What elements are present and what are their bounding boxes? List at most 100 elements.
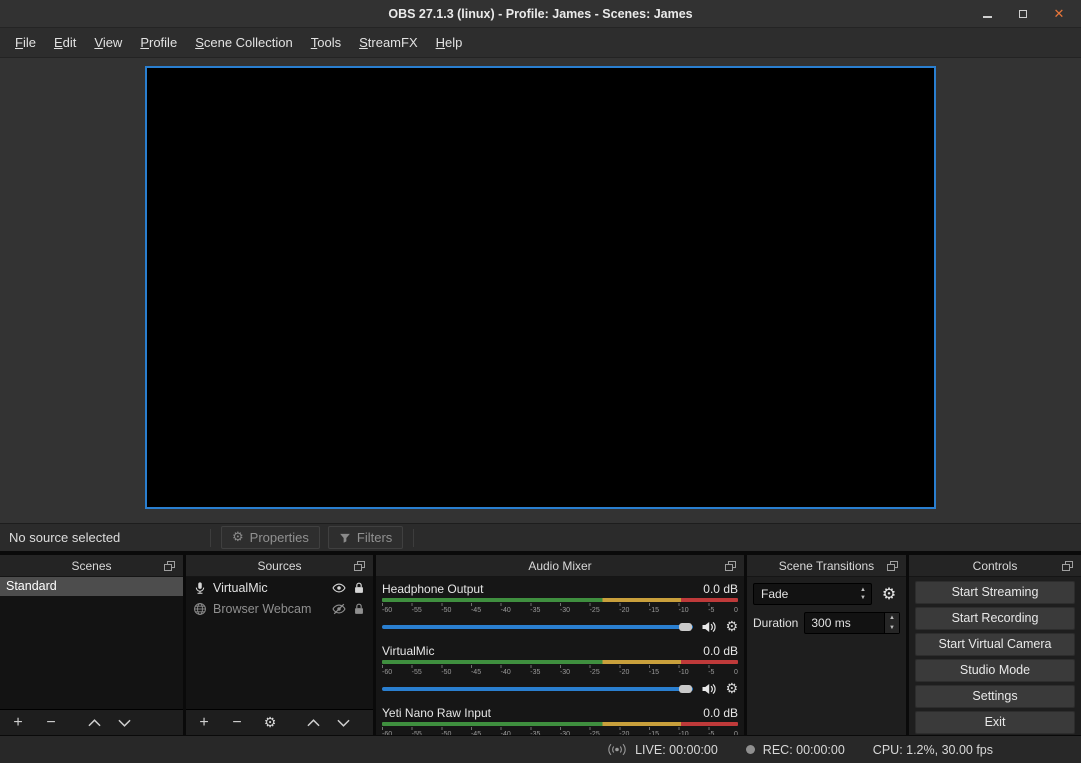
popout-icon[interactable] (164, 561, 175, 571)
toolbar-separator (413, 529, 414, 547)
lock-icon[interactable] (352, 581, 366, 595)
controls-header[interactable]: Controls (909, 555, 1081, 577)
channel-name: Headphone Output (382, 582, 483, 596)
source-label: Browser Webcam (213, 602, 326, 616)
source-list: VirtualMic Browser Webcam (186, 577, 373, 709)
minimize-button[interactable] (981, 8, 993, 20)
popout-icon[interactable] (354, 561, 365, 571)
filters-label: Filters (357, 530, 392, 545)
menu-tools[interactable]: Tools (302, 30, 350, 55)
scenes-toolbar: + − (0, 709, 183, 735)
source-row-virtualmic[interactable]: VirtualMic (186, 577, 373, 598)
scene-item-standard[interactable]: Standard (0, 577, 183, 596)
scene-move-up-button[interactable] (88, 719, 101, 727)
start-streaming-button[interactable]: Start Streaming (915, 581, 1075, 604)
db-scale: -60-55-50-45-40-35-30-25-20-15-10-50 (382, 669, 738, 677)
duration-value: 300 ms (811, 616, 850, 630)
rec-indicator-icon (746, 745, 755, 754)
scene-move-down-button[interactable] (118, 719, 131, 727)
add-scene-button[interactable]: + (10, 715, 26, 731)
controls-body: Start Streaming Start Recording Start Vi… (909, 577, 1081, 735)
studio-mode-button[interactable]: Studio Mode (915, 659, 1075, 682)
add-source-button[interactable]: + (196, 715, 212, 731)
db-scale: -60-55-50-45-40-35-30-25-20-15-10-50 (382, 607, 738, 615)
controls-dock: Controls Start Streaming Start Recording… (909, 555, 1081, 735)
controls-title: Controls (973, 559, 1018, 573)
transition-select[interactable]: Fade ▲▼ (753, 583, 872, 605)
scene-transitions-header[interactable]: Scene Transitions (747, 555, 906, 577)
remove-source-button[interactable]: − (229, 715, 245, 731)
source-toolbar: No source selected ⚙ Properties Filters (0, 523, 1081, 551)
menubar: File Edit View Profile Scene Collection … (0, 28, 1081, 58)
start-recording-button[interactable]: Start Recording (915, 607, 1075, 630)
transition-settings-button[interactable]: ⚙ (878, 583, 900, 605)
audio-mixer-header[interactable]: Audio Mixer (376, 555, 744, 577)
settings-button[interactable]: Settings (915, 685, 1075, 708)
menu-streamfx[interactable]: StreamFX (350, 30, 427, 55)
menu-help[interactable]: Help (427, 30, 472, 55)
source-row-browser-webcam[interactable]: Browser Webcam (186, 598, 373, 619)
channel-settings-gear-icon[interactable]: ⚙ (725, 682, 738, 696)
sources-toolbar: + − ⚙ (186, 709, 373, 735)
duration-input[interactable]: 300 ms ▲ ▼ (804, 612, 900, 634)
properties-button[interactable]: ⚙ Properties (221, 526, 320, 549)
rec-status: REC: 00:00:00 (763, 743, 845, 757)
volume-meter (382, 722, 738, 726)
popout-icon[interactable] (725, 561, 736, 571)
menu-edit[interactable]: Edit (45, 30, 85, 55)
popout-icon[interactable] (1062, 561, 1073, 571)
popout-icon[interactable] (887, 561, 898, 571)
source-properties-button[interactable]: ⚙ (262, 715, 278, 731)
duration-down-button[interactable]: ▼ (885, 623, 899, 633)
menu-view[interactable]: View (85, 30, 131, 55)
filters-button[interactable]: Filters (328, 526, 403, 549)
meter-ticks (382, 665, 738, 668)
channel-name: Yeti Nano Raw Input (382, 706, 491, 720)
channel-volume-label: 0.0 dB (703, 706, 738, 720)
exit-button[interactable]: Exit (915, 711, 1075, 734)
mic-icon (193, 581, 207, 595)
gear-icon: ⚙ (882, 586, 896, 602)
eye-slash-icon[interactable] (332, 602, 346, 616)
sources-header[interactable]: Sources (186, 555, 373, 577)
scenes-header[interactable]: Scenes (0, 555, 183, 577)
scenes-dock: Scenes Standard + − (0, 555, 183, 735)
volume-meter (382, 660, 738, 664)
program-canvas[interactable] (145, 66, 936, 509)
window-title: OBS 27.1.3 (linux) - Profile: James - Sc… (0, 7, 1081, 21)
menu-profile[interactable]: Profile (131, 30, 186, 55)
titlebar: OBS 27.1.3 (linux) - Profile: James - Sc… (0, 0, 1081, 28)
source-move-up-button[interactable] (307, 719, 320, 727)
maximize-button[interactable] (1017, 8, 1029, 20)
source-move-down-button[interactable] (337, 719, 350, 727)
mixer-channel-virtualmic: VirtualMic 0.0 dB -60-55-50-45-40-35-30-… (382, 643, 738, 697)
channel-volume-label: 0.0 dB (703, 644, 738, 658)
start-virtual-camera-button[interactable]: Start Virtual Camera (915, 633, 1075, 656)
meter-ticks (382, 727, 738, 730)
eye-icon[interactable] (332, 581, 346, 595)
channel-name: VirtualMic (382, 644, 434, 658)
speaker-icon[interactable] (701, 619, 717, 635)
combo-arrows-icon: ▲▼ (860, 586, 866, 602)
properties-label: Properties (250, 530, 309, 545)
volume-slider[interactable] (382, 687, 693, 691)
slider-handle[interactable] (679, 685, 692, 693)
source-label: VirtualMic (213, 581, 326, 595)
channel-settings-gear-icon[interactable]: ⚙ (725, 620, 738, 634)
cpu-status: CPU: 1.2%, 30.00 fps (873, 743, 993, 757)
speaker-icon[interactable] (701, 681, 717, 697)
channel-volume-label: 0.0 dB (703, 582, 738, 596)
remove-scene-button[interactable]: − (43, 715, 59, 731)
close-button[interactable]: ✕ (1053, 8, 1065, 20)
menu-file[interactable]: File (6, 30, 45, 55)
mixer-channel-headphone-output: Headphone Output 0.0 dB -60-55-50-45-40-… (382, 581, 738, 635)
lock-icon[interactable] (352, 602, 366, 616)
duration-up-button[interactable]: ▲ (885, 613, 899, 623)
menu-scene-collection[interactable]: Scene Collection (186, 30, 302, 55)
scene-transitions-title: Scene Transitions (779, 559, 874, 573)
slider-handle[interactable] (679, 623, 692, 631)
volume-slider[interactable] (382, 625, 693, 629)
dock-area: Scenes Standard + − Sources VirtualMic (0, 551, 1081, 735)
gear-icon: ⚙ (232, 531, 244, 544)
window-controls: ✕ (981, 8, 1081, 20)
